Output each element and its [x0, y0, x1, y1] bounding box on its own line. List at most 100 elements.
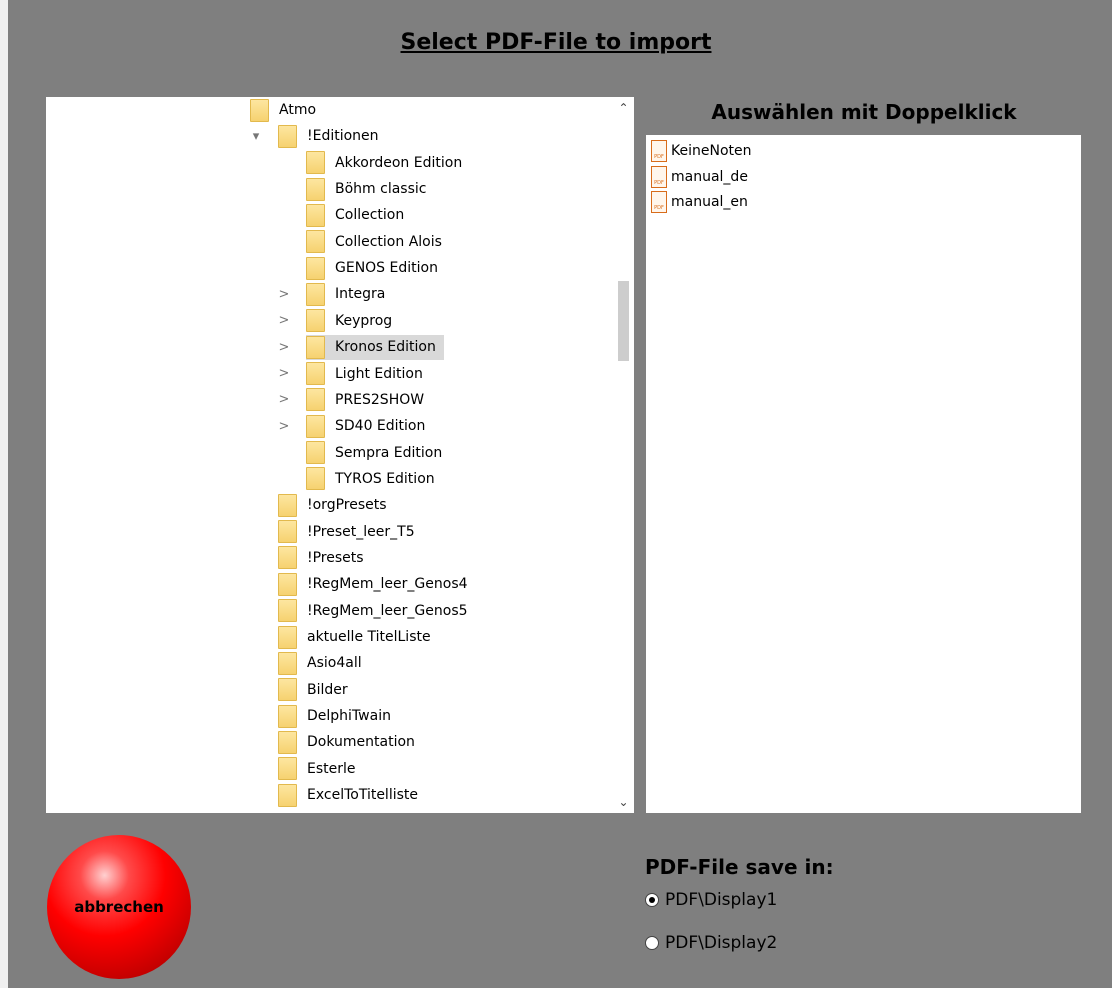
folder-tree-item[interactable]: GENOS Edition	[306, 255, 442, 281]
folder-tree-item-label: Light Edition	[335, 365, 423, 382]
folder-tree-item-label: !RegMem_leer_Genos4	[307, 576, 468, 593]
save-location-heading: PDF-File save in:	[645, 855, 834, 879]
folder-tree-item-label: ExcelToTitelliste	[307, 787, 419, 804]
radio-display1[interactable]: PDF\Display1	[645, 890, 777, 910]
folder-tree-item[interactable]: > Light Edition	[279, 361, 427, 387]
folder-tree-item-label: TYROS Edition	[335, 470, 435, 487]
folder-tree-item[interactable]: Akkordeon Edition	[306, 150, 466, 176]
folder-tree-item-label: Collection Alois	[335, 233, 442, 250]
radio-button-icon[interactable]	[645, 936, 659, 950]
folder-tree-item[interactable]: !RegMem_leer_Genos5	[278, 598, 472, 624]
folder-icon	[306, 388, 325, 412]
folder-tree-item[interactable]: aktuelle TitelListe	[278, 624, 435, 650]
cancel-button[interactable]: abbrechen	[47, 835, 191, 979]
chevron-right-icon[interactable]: >	[278, 366, 290, 381]
folder-tree-item-label: !Preset_leer_T5	[307, 523, 415, 540]
folder-icon	[278, 757, 297, 781]
folder-tree-item[interactable]: ▾ !Editionen	[253, 123, 383, 149]
folder-icon	[278, 783, 297, 807]
folder-tree-item-label: Dokumentation	[307, 734, 415, 751]
folder-icon	[278, 124, 297, 148]
folder-tree-item-label: !Presets	[307, 549, 364, 566]
folder-icon	[306, 362, 325, 385]
folder-icon	[306, 203, 325, 227]
folder-tree-item[interactable]: Esterle	[278, 756, 360, 782]
scroll-thumb[interactable]	[618, 281, 629, 361]
chevron-right-icon[interactable]: >	[278, 287, 290, 302]
pdf-file-label: manual_en	[671, 194, 748, 210]
folder-tree-item-label: DelphiTwain	[307, 708, 391, 725]
folder-tree-item-label: Akkordeon Edition	[335, 154, 463, 171]
radio-display1-label: PDF\Display1	[665, 890, 778, 910]
folder-icon	[306, 151, 325, 175]
folder-tree-item[interactable]: !orgPresets	[278, 492, 391, 518]
folder-tree-item-label: Collection	[335, 207, 405, 224]
folder-icon	[278, 493, 297, 517]
folder-tree-item[interactable]: !RegMem_leer_Genos4	[278, 571, 472, 597]
scroll-down-icon[interactable]: ⌄	[613, 793, 634, 811]
scroll-up-icon[interactable]: ⌃	[613, 99, 634, 117]
folder-icon	[306, 177, 325, 201]
chevron-right-icon[interactable]: >	[278, 392, 290, 407]
pdf-file-item[interactable]: KeineNoten	[651, 139, 752, 163]
pdf-file-icon	[651, 191, 667, 213]
folder-tree-scrollbar[interactable]: ⌃ ⌄	[613, 97, 634, 813]
folder-tree-item[interactable]: > Keyprog	[279, 308, 396, 334]
folder-tree-item[interactable]: ExcelToTitelliste	[278, 782, 422, 808]
folder-tree-item-label: Bilder	[307, 681, 348, 698]
folder-tree-item[interactable]: Dokumentation	[278, 729, 419, 755]
folder-tree-item-label: Asio4all	[307, 655, 362, 672]
folder-tree-item-label: !RegMem_leer_Genos5	[307, 602, 468, 619]
folder-tree-item[interactable]: > PRES2SHOW	[279, 387, 428, 413]
folder-tree-item-label: Atmo	[279, 102, 317, 118]
folder-icon	[306, 335, 325, 359]
folder-icon	[278, 520, 297, 544]
folder-icon	[278, 704, 297, 728]
folder-tree-item[interactable]: Sempra Edition	[306, 440, 446, 466]
folder-tree-item[interactable]: Bilder	[278, 677, 352, 703]
folder-tree-item-label: Kronos Edition	[335, 339, 436, 356]
folder-tree-item[interactable]: > Kronos Edition	[279, 334, 444, 360]
pdf-file-icon	[651, 140, 667, 162]
folder-tree-item[interactable]: Collection Alois	[306, 229, 446, 255]
chevron-right-icon[interactable]: >	[278, 419, 290, 434]
folder-icon	[306, 230, 325, 254]
folder-icon	[306, 414, 325, 438]
folder-tree-item[interactable]: Collection	[306, 202, 408, 228]
radio-display2[interactable]: PDF\Display2	[645, 933, 777, 953]
radio-button-icon[interactable]	[645, 893, 659, 907]
folder-tree-item[interactable]: Böhm classic	[306, 176, 430, 202]
folder-tree-item-label: !orgPresets	[307, 497, 387, 514]
pdf-file-item[interactable]: manual_de	[651, 165, 748, 189]
folder-tree-item[interactable]: Asio4all	[278, 650, 366, 676]
pdf-file-label: manual_de	[671, 168, 748, 185]
chevron-down-icon[interactable]: ▾	[250, 129, 262, 144]
folder-tree-item-label: Integra	[335, 286, 386, 303]
folder-icon	[278, 572, 297, 596]
pdf-file-item[interactable]: manual_en	[651, 190, 748, 214]
folder-tree-item-label: Esterle	[307, 760, 356, 777]
folder-tree-item[interactable]: TYROS Edition	[306, 466, 439, 492]
folder-tree-item-label: Böhm classic	[335, 181, 427, 198]
folder-tree-item-label: SD40 Edition	[335, 418, 426, 435]
folder-tree-item[interactable]: DelphiTwain	[278, 703, 395, 729]
folder-tree-item[interactable]: !Presets	[278, 545, 368, 571]
folder-tree-item-label: PRES2SHOW	[335, 391, 425, 408]
chevron-right-icon[interactable]: >	[278, 340, 290, 355]
folder-tree-item[interactable]: > SD40 Edition	[279, 413, 429, 439]
folder-tree[interactable]: Atmo ▾ !Editionen Akkordeon Edition Böhm cla…	[46, 97, 634, 813]
folder-tree-item[interactable]: !Preset_leer_T5	[278, 519, 419, 545]
folder-icon	[306, 256, 325, 280]
chevron-right-icon[interactable]: >	[278, 313, 290, 328]
file-list-heading: Auswählen mit Doppelklick	[711, 100, 1017, 124]
folder-icon	[278, 599, 297, 623]
folder-tree-item[interactable]: Atmo	[250, 97, 320, 123]
folder-icon	[306, 467, 325, 491]
folder-tree-item-label: Sempra Edition	[335, 444, 443, 461]
folder-icon	[278, 625, 297, 649]
folder-tree-item-label: aktuelle TitelListe	[307, 629, 431, 645]
folder-tree-item[interactable]: > Integra	[279, 281, 389, 307]
pdf-file-list[interactable]: KeineNoten manual_de manual_en	[646, 135, 1081, 813]
folder-icon	[278, 678, 297, 702]
folder-tree-item-label: Keyprog	[335, 312, 393, 329]
